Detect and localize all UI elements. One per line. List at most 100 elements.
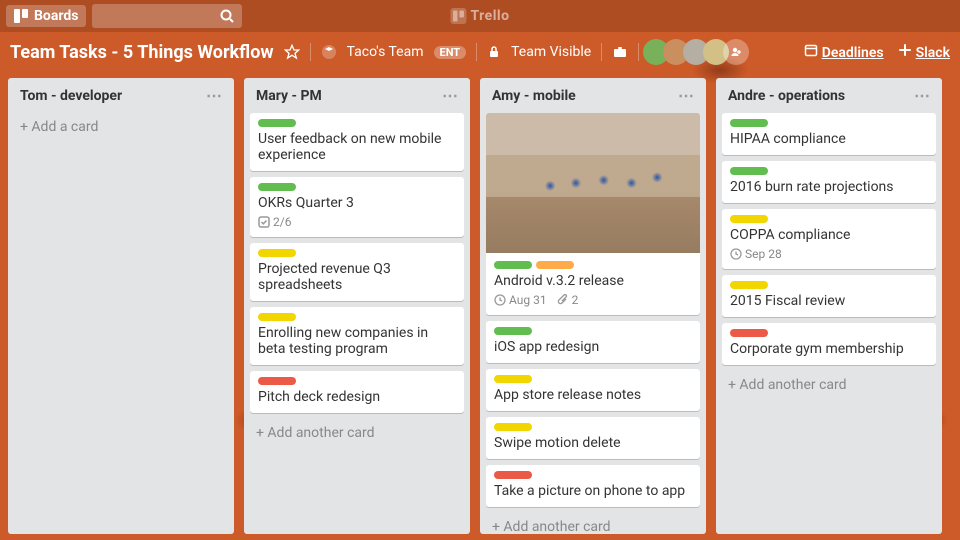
card-labels bbox=[258, 377, 456, 385]
list: Amy - mobile ⋯ Android v.3.2 release Aug 31… bbox=[480, 78, 706, 534]
attachment-badge: 2 bbox=[557, 293, 579, 307]
list-header: Tom - developer ⋯ bbox=[14, 84, 228, 107]
card-title: App store release notes bbox=[494, 387, 692, 403]
card-labels bbox=[258, 119, 456, 127]
card[interactable]: HIPAA compliance bbox=[722, 113, 936, 155]
list-title[interactable]: Andre - operations bbox=[728, 88, 845, 104]
search-input[interactable] bbox=[92, 4, 242, 28]
search-icon bbox=[220, 9, 234, 23]
card[interactable]: 2016 burn rate projections bbox=[722, 161, 936, 203]
card-title: 2016 burn rate projections bbox=[730, 179, 928, 195]
label-green[interactable] bbox=[258, 119, 296, 127]
briefcase-icon[interactable] bbox=[612, 44, 628, 60]
list-menu-button[interactable]: ⋯ bbox=[914, 86, 930, 105]
plus-icon: + bbox=[20, 119, 31, 135]
visibility-label[interactable]: Team Visible bbox=[511, 44, 591, 60]
list: Andre - operations ⋯ HIPAA compliance 2016 … bbox=[716, 78, 942, 534]
checklist-badge: 2/6 bbox=[258, 215, 291, 229]
card[interactable]: Pitch deck redesign bbox=[250, 371, 464, 413]
card-title: COPPA compliance bbox=[730, 227, 928, 243]
list-header: Andre - operations ⋯ bbox=[722, 84, 936, 107]
card-title: Android v.3.2 release bbox=[494, 273, 692, 289]
list-menu-button[interactable]: ⋯ bbox=[206, 86, 222, 105]
card-labels bbox=[258, 183, 456, 191]
card-title: Corporate gym membership bbox=[730, 341, 928, 357]
card[interactable]: COPPA complianceSep 28 bbox=[722, 209, 936, 269]
card-labels bbox=[258, 313, 456, 321]
list-title[interactable]: Amy - mobile bbox=[492, 88, 576, 104]
label-green[interactable] bbox=[730, 119, 768, 127]
plus-icon: + bbox=[492, 519, 503, 534]
board-title[interactable]: Team Tasks - 5 Things Workflow bbox=[10, 42, 274, 63]
add-card-button[interactable]: + Add another card bbox=[250, 419, 464, 447]
star-icon[interactable] bbox=[284, 44, 300, 60]
label-yellow[interactable] bbox=[258, 249, 296, 257]
deadlines-link[interactable]: Deadlines bbox=[804, 43, 884, 61]
list-header: Amy - mobile ⋯ bbox=[486, 84, 700, 107]
card-labels bbox=[730, 215, 928, 223]
card-labels bbox=[494, 471, 692, 479]
card-title: Projected revenue Q3 spreadsheets bbox=[258, 261, 456, 293]
card[interactable]: User feedback on new mobile experience bbox=[250, 113, 464, 171]
card-title: User feedback on new mobile experience bbox=[258, 131, 456, 163]
label-yellow[interactable] bbox=[494, 375, 532, 383]
label-green[interactable] bbox=[730, 167, 768, 175]
card-labels bbox=[494, 327, 692, 335]
label-green[interactable] bbox=[494, 261, 532, 269]
label-orange[interactable] bbox=[536, 261, 574, 269]
label-yellow[interactable] bbox=[258, 313, 296, 321]
list-title[interactable]: Mary - PM bbox=[256, 88, 322, 104]
card[interactable]: Enrolling new companies in beta testing … bbox=[250, 307, 464, 365]
card-badges: 2/6 bbox=[258, 215, 456, 229]
label-green[interactable] bbox=[494, 327, 532, 335]
lock-icon bbox=[487, 45, 501, 59]
add-card-button[interactable]: + Add another card bbox=[722, 371, 936, 399]
card-labels bbox=[730, 329, 928, 337]
team-icon bbox=[321, 44, 337, 60]
list: Tom - developer ⋯ + Add a card bbox=[8, 78, 234, 534]
label-red[interactable] bbox=[258, 377, 296, 385]
card[interactable]: Corporate gym membership bbox=[722, 323, 936, 365]
card-badges: Aug 312 bbox=[494, 293, 692, 307]
card-labels bbox=[730, 281, 928, 289]
add-card-button[interactable]: + Add another card bbox=[486, 513, 700, 534]
board-canvas[interactable]: Tom - developer ⋯ + Add a card Mary - PM ⋯ Us… bbox=[0, 72, 960, 540]
card-labels bbox=[730, 167, 928, 175]
card-title: HIPAA compliance bbox=[730, 131, 928, 147]
list: Mary - PM ⋯ User feedback on new mobile ex… bbox=[244, 78, 470, 534]
brand-logo[interactable]: Trello bbox=[450, 8, 509, 24]
plus-icon: + bbox=[728, 377, 739, 393]
card-title: OKRs Quarter 3 bbox=[258, 195, 456, 211]
label-yellow[interactable] bbox=[730, 281, 768, 289]
card-title: Enrolling new companies in beta testing … bbox=[258, 325, 456, 357]
card[interactable]: Take a picture on phone to app bbox=[486, 465, 700, 507]
card[interactable]: OKRs Quarter 3 2/6 bbox=[250, 177, 464, 237]
team-name[interactable]: Taco's Team bbox=[347, 44, 424, 60]
label-green[interactable] bbox=[258, 183, 296, 191]
list-title[interactable]: Tom - developer bbox=[20, 88, 122, 104]
card[interactable]: Android v.3.2 release Aug 312 bbox=[486, 113, 700, 315]
list-menu-button[interactable]: ⋯ bbox=[678, 86, 694, 105]
card[interactable]: App store release notes bbox=[486, 369, 700, 411]
top-bar: Boards Trello bbox=[0, 0, 960, 32]
card[interactable]: Projected revenue Q3 spreadsheets bbox=[250, 243, 464, 301]
card[interactable]: Swipe motion delete bbox=[486, 417, 700, 459]
plus-icon: + bbox=[256, 425, 267, 441]
label-yellow[interactable] bbox=[494, 423, 532, 431]
card-title: Pitch deck redesign bbox=[258, 389, 456, 405]
card[interactable]: iOS app redesign bbox=[486, 321, 700, 363]
member-avatars[interactable] bbox=[649, 39, 749, 65]
card-labels bbox=[730, 119, 928, 127]
slack-link[interactable]: Slack bbox=[898, 43, 950, 61]
card-labels bbox=[494, 261, 692, 269]
label-red[interactable] bbox=[730, 329, 768, 337]
card-title: 2015 Fiscal review bbox=[730, 293, 928, 309]
card-labels bbox=[494, 423, 692, 431]
boards-button[interactable]: Boards bbox=[6, 5, 86, 27]
list-menu-button[interactable]: ⋯ bbox=[442, 86, 458, 105]
card[interactable]: 2015 Fiscal review bbox=[722, 275, 936, 317]
label-yellow[interactable] bbox=[730, 215, 768, 223]
add-card-button[interactable]: + Add a card bbox=[14, 113, 228, 141]
label-red[interactable] bbox=[494, 471, 532, 479]
add-member-button[interactable] bbox=[723, 39, 749, 65]
